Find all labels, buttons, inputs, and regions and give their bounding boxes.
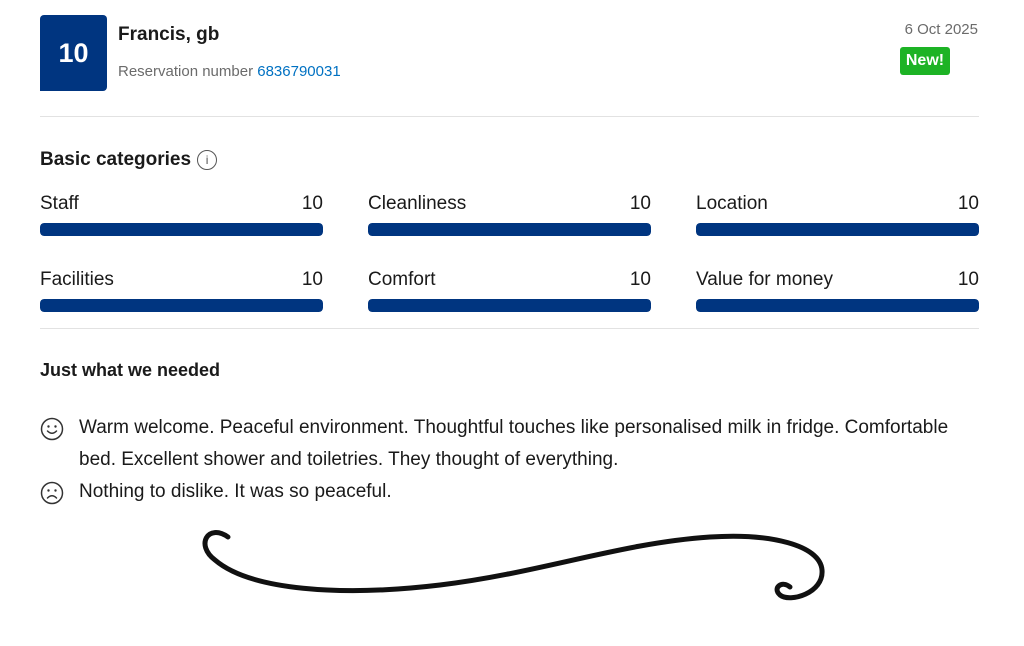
reservation-info: Reservation number 6836790031 [118, 63, 341, 80]
category-score: 10 [957, 269, 979, 290]
reservation-label: Reservation number [118, 63, 254, 80]
reservation-number-link[interactable]: 6836790031 [257, 63, 340, 80]
negative-review-text: Nothing to dislike. It was so peaceful. [79, 481, 392, 502]
category-staff: Staff 10 [40, 193, 323, 236]
category-score: 10 [301, 193, 323, 214]
category-bar [40, 299, 323, 312]
decorative-flourish [202, 530, 825, 601]
category-bar [696, 299, 979, 312]
category-label: Cleanliness [368, 193, 467, 214]
category-bar [40, 223, 323, 236]
smiley-face-icon [40, 417, 64, 441]
category-comfort: Comfort 10 [368, 269, 651, 312]
category-label: Value for money [696, 269, 833, 290]
category-label: Comfort [368, 269, 436, 290]
category-label: Staff [40, 193, 79, 214]
category-cleanliness: Cleanliness 10 [368, 193, 651, 236]
category-bar-fill [696, 223, 979, 236]
negative-review: Nothing to dislike. It was so peaceful. [40, 476, 980, 508]
category-location: Location 10 [696, 193, 979, 236]
category-value-for-money: Value for money 10 [696, 269, 979, 312]
category-bar [696, 223, 979, 236]
category-facilities: Facilities 10 [40, 269, 323, 312]
positive-review: Warm welcome. Peaceful environment. Thou… [40, 412, 980, 476]
category-bar [368, 299, 651, 312]
review-date: 6 Oct 2025 [904, 21, 978, 38]
new-badge: New! [900, 47, 950, 75]
category-bar-fill [368, 299, 651, 312]
info-icon[interactable]: i [197, 150, 218, 170]
positive-review-text: Warm welcome. Peaceful environment. Thou… [79, 417, 949, 470]
category-label: Facilities [40, 269, 114, 290]
review-title: Just what we needed [40, 360, 221, 380]
category-bar-fill [40, 299, 323, 312]
categories-heading: Basic categories i [40, 149, 218, 171]
category-score: 10 [629, 269, 651, 290]
category-score: 10 [301, 269, 323, 290]
reviewer-name: Francis, gb [118, 24, 220, 45]
category-score: 10 [957, 193, 979, 214]
category-bar-fill [40, 223, 323, 236]
category-bar [368, 223, 651, 236]
category-bar-fill [368, 223, 651, 236]
category-bar-fill [696, 299, 979, 312]
sad-face-icon [40, 481, 64, 505]
divider [40, 116, 979, 117]
categories-title: Basic categories [40, 149, 192, 170]
category-score: 10 [629, 193, 651, 214]
category-label: Location [696, 193, 768, 214]
divider [40, 328, 979, 329]
score-badge: 10 [40, 15, 107, 91]
